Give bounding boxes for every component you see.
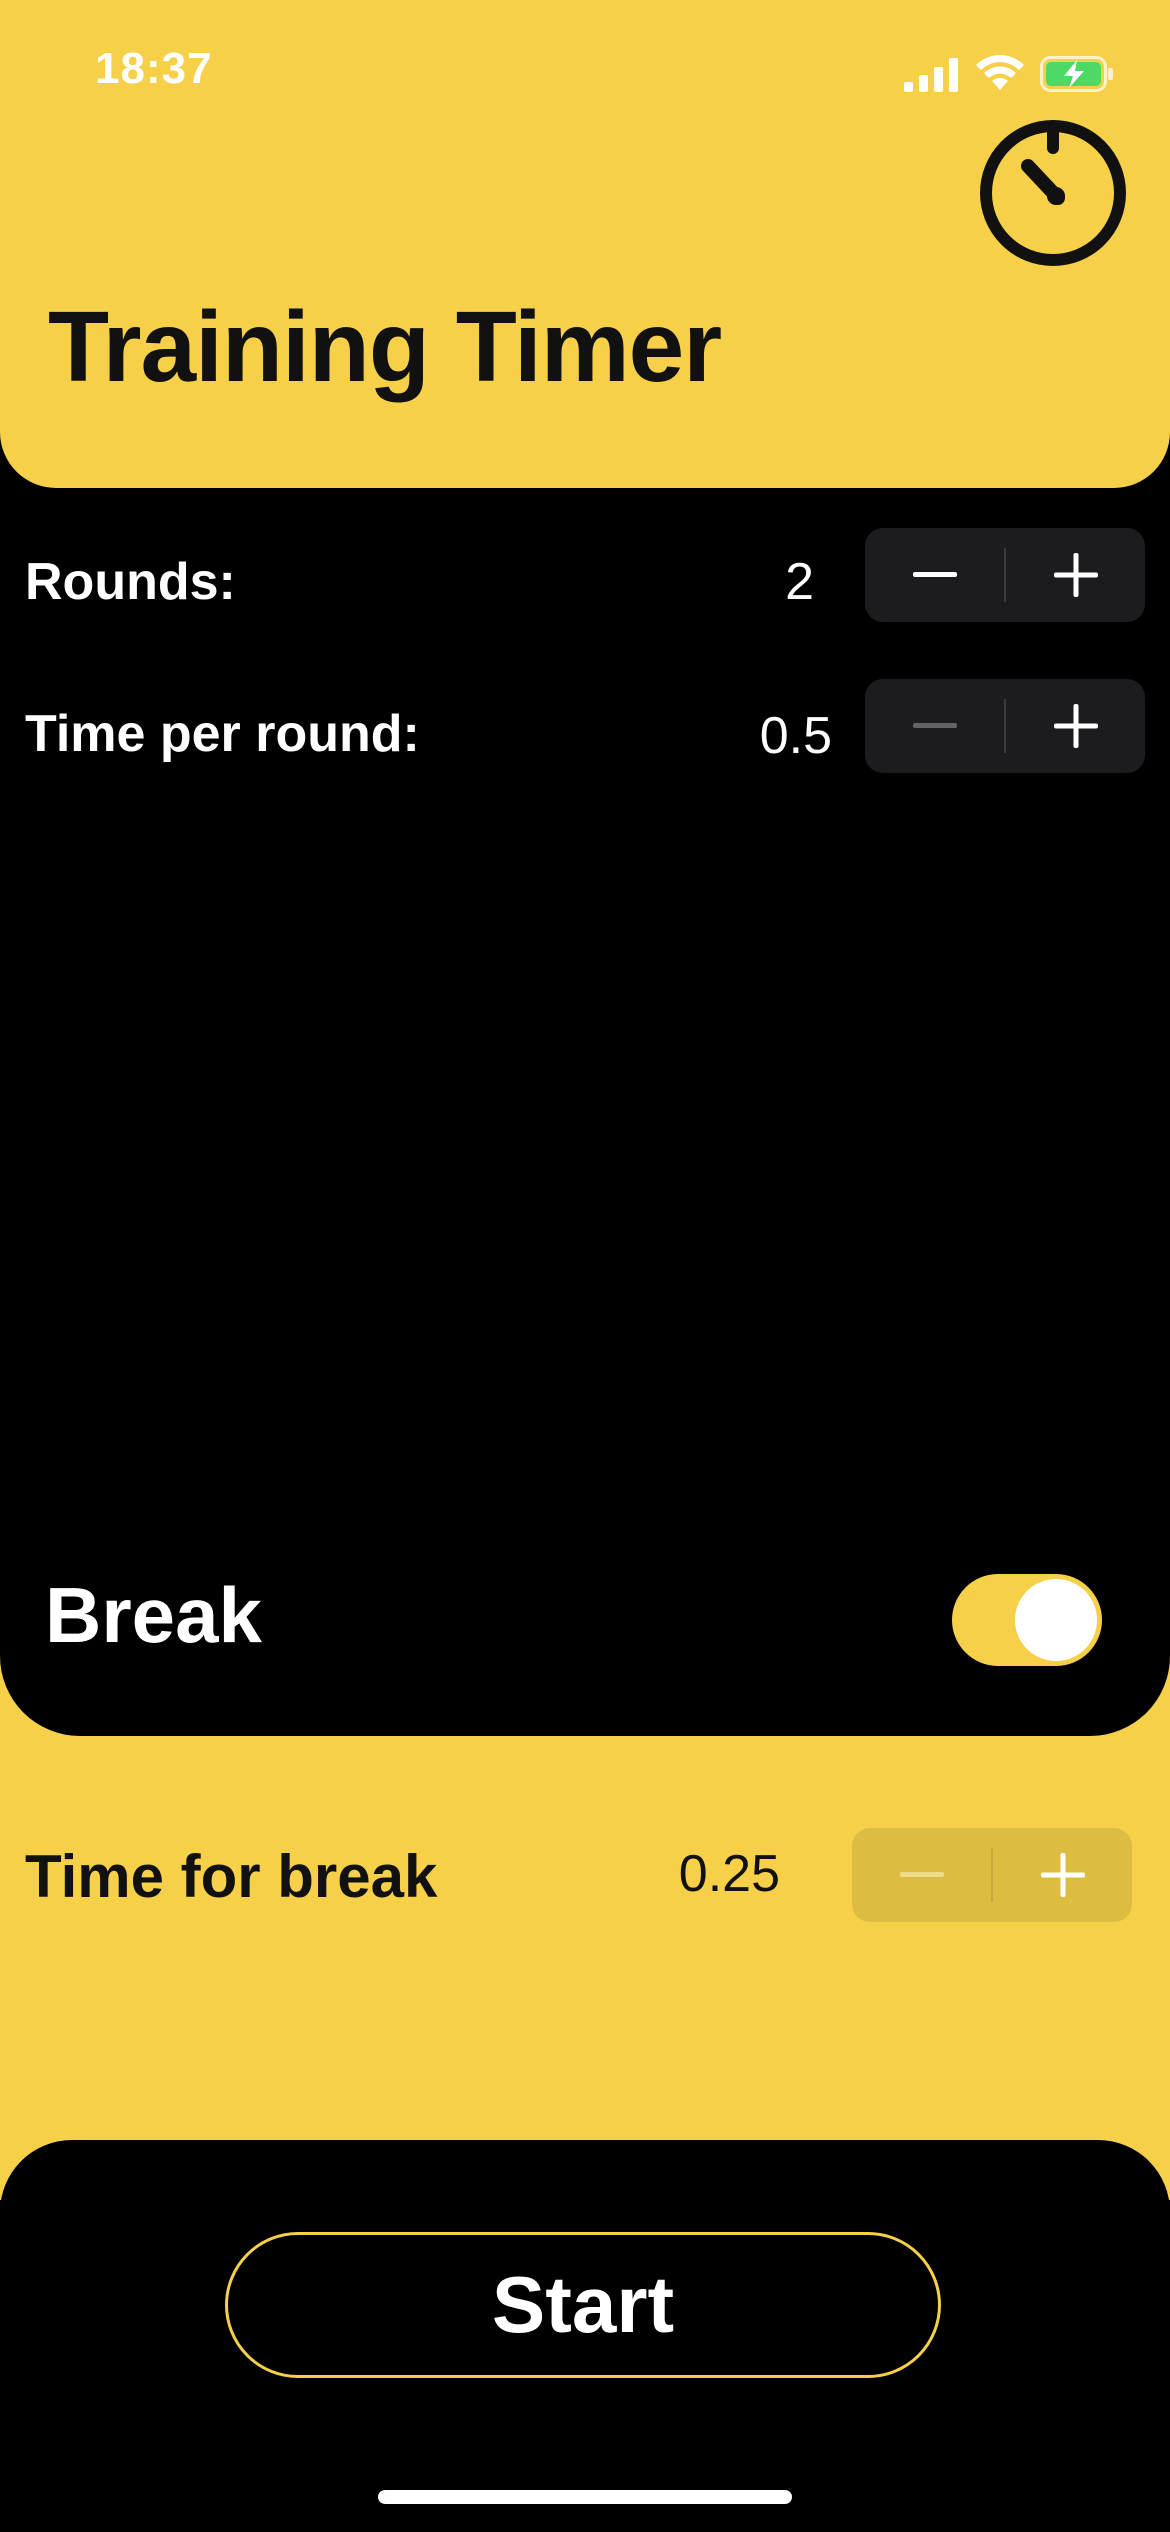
timer-icon[interactable] (978, 118, 1128, 273)
break-time-label: Time for break (25, 1843, 438, 1910)
rounds-increment-button[interactable] (1006, 528, 1145, 622)
time-per-round-value: 0.5 (759, 707, 832, 765)
signal-icon (904, 58, 960, 97)
plus-icon (1053, 553, 1098, 597)
minus-icon (899, 1872, 944, 1877)
time-per-round-label: Time per round: (25, 705, 420, 763)
rounds-stepper[interactable] (865, 528, 1145, 622)
break-time-stepper[interactable] (852, 1828, 1132, 1922)
time-per-round-decrement-button[interactable] (865, 679, 1004, 773)
plus-icon (1040, 1853, 1085, 1897)
home-indicator[interactable] (378, 2490, 792, 2504)
start-button[interactable]: Start (225, 2232, 941, 2378)
minus-icon (912, 723, 957, 728)
break-time-value: 0.25 (678, 1845, 780, 1903)
wifi-icon (974, 52, 1026, 97)
page-title: Training Timer (48, 291, 722, 403)
break-label: Break (45, 1571, 262, 1659)
rounds-label: Rounds: (25, 553, 236, 611)
toggle-knob (1015, 1579, 1097, 1661)
plus-icon (1053, 704, 1098, 748)
break-time-increment-button[interactable] (993, 1828, 1132, 1922)
battery-charging-icon (1040, 56, 1114, 97)
rounds-settings-card (0, 440, 1170, 1736)
time-per-round-increment-button[interactable] (1006, 679, 1145, 773)
rounds-value: 2 (785, 553, 814, 611)
time-per-round-stepper[interactable] (865, 679, 1145, 773)
header: 18:37 Training Timer (0, 0, 1170, 488)
minus-icon (912, 572, 957, 577)
break-time-decrement-button[interactable] (852, 1828, 991, 1922)
rounds-decrement-button[interactable] (865, 528, 1004, 622)
break-toggle[interactable] (952, 1574, 1102, 1666)
status-time: 18:37 (95, 44, 213, 93)
